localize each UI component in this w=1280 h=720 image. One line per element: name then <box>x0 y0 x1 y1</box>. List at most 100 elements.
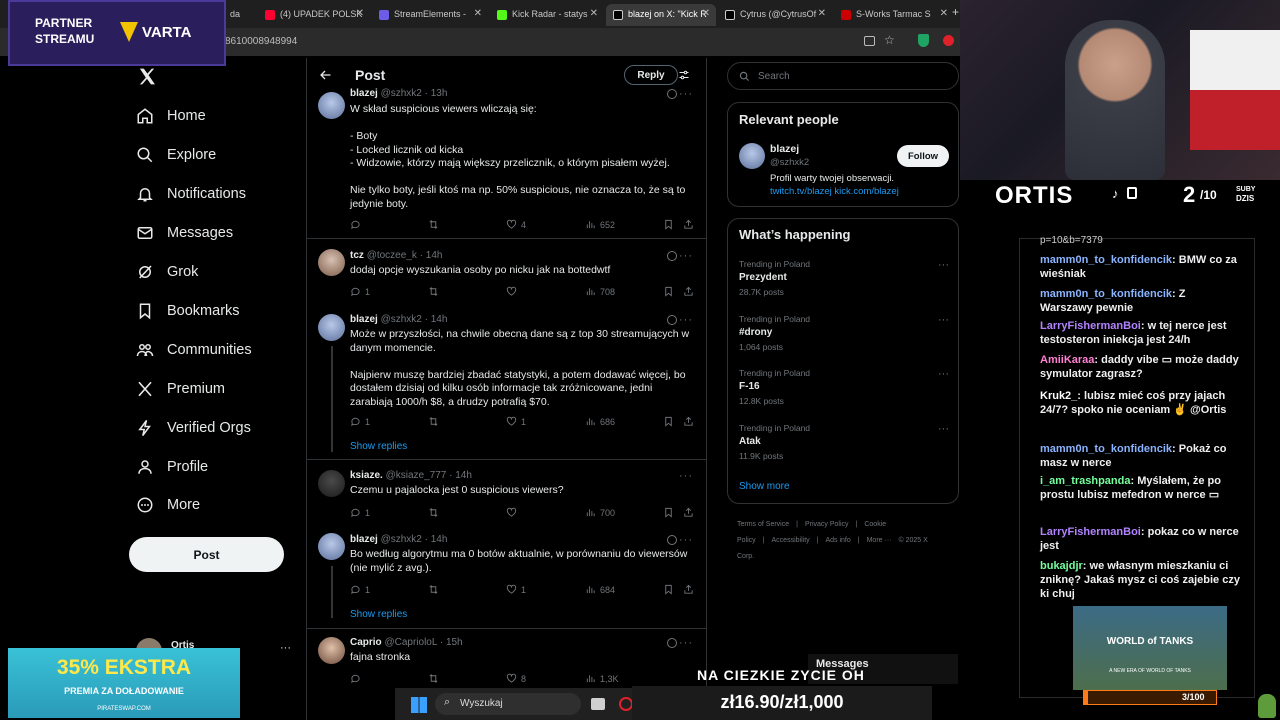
author-name[interactable]: blazej <box>350 314 378 325</box>
tweet-time[interactable]: 14h <box>431 314 448 325</box>
more-dots-icon[interactable]: ··· <box>938 259 949 271</box>
author-handle[interactable]: @szhxk2 <box>381 534 422 545</box>
author-handle[interactable]: @CaprioloL <box>384 637 437 648</box>
avatar[interactable] <box>318 637 345 664</box>
repost-action[interactable] <box>428 286 443 297</box>
repost-action[interactable] <box>428 507 443 518</box>
grok-icon[interactable] <box>667 251 677 261</box>
grok-icon[interactable] <box>667 315 677 325</box>
nav-item-bookmarks[interactable]: Bookmarks <box>136 296 240 326</box>
browser-tab[interactable]: Kick Radar - statys ✕ <box>490 4 604 26</box>
avatar[interactable] <box>318 470 345 497</box>
avatar[interactable] <box>318 314 345 341</box>
footer-link[interactable]: Terms of Service <box>737 521 789 528</box>
x-logo-icon[interactable] <box>137 67 157 86</box>
chat-username[interactable]: AmiiKaraa <box>1040 354 1094 366</box>
tweet-item[interactable]: blazej @szhxk2 · 13h ··· W skład suspici… <box>307 86 706 239</box>
star-icon[interactable]: ☆ <box>884 33 895 47</box>
tweet-time[interactable]: 14h <box>431 534 448 545</box>
browser-tab[interactable]: Cytrus (@CytrusOf ✕ <box>718 4 832 26</box>
nav-item-profile[interactable]: Profile <box>136 452 208 482</box>
bookmark-action[interactable] <box>663 507 678 518</box>
nav-item-notifications[interactable]: Notifications <box>136 179 246 209</box>
views-action[interactable]: 708 <box>585 286 615 297</box>
nav-item-grok[interactable]: Grok <box>136 257 198 287</box>
author-handle[interactable]: @ksiaze_777 <box>386 470 447 481</box>
chat-username[interactable]: Kruk2_ <box>1040 390 1077 402</box>
footer-link[interactable]: Accessibility <box>772 537 810 544</box>
author-handle[interactable]: @toczee_k <box>367 250 417 261</box>
browser-tab[interactable]: (4) UPADEK POLSK ✕ <box>258 4 370 26</box>
nav-item-home[interactable]: Home <box>136 101 206 131</box>
reply-action[interactable] <box>350 673 365 684</box>
chat-username[interactable]: mamm0n_to_konfidencik <box>1040 443 1172 455</box>
more-dots-icon[interactable]: ··· <box>679 534 693 546</box>
back-arrow-icon[interactable] <box>319 69 332 81</box>
url-text[interactable]: 8610008948994 <box>225 36 297 47</box>
views-action[interactable]: 686 <box>585 416 615 427</box>
bookmark-action[interactable] <box>663 286 678 297</box>
task-view-icon[interactable] <box>591 698 605 710</box>
repost-action[interactable] <box>428 673 443 684</box>
author-name[interactable]: tcz <box>350 250 364 261</box>
more-dots-icon[interactable]: ··· <box>938 314 949 326</box>
chat-username[interactable]: mamm0n_to_konfidencik <box>1040 288 1172 300</box>
footer-link[interactable]: Privacy Policy <box>805 521 849 528</box>
author-handle[interactable]: @szhxk2 <box>381 88 422 99</box>
like-action[interactable]: 1 <box>506 416 526 427</box>
like-action[interactable] <box>506 286 521 297</box>
avatar[interactable] <box>318 533 345 560</box>
grok-icon[interactable] <box>667 89 677 99</box>
avatar[interactable] <box>318 92 345 119</box>
browser-tab[interactable]: StreamElements - ✕ <box>372 4 488 26</box>
chat-username[interactable]: LarryFishermanBoi <box>1040 320 1141 332</box>
like-action[interactable]: 4 <box>506 219 526 230</box>
more-dots-icon[interactable]: ··· <box>679 314 693 326</box>
like-action[interactable]: 8 <box>506 673 526 684</box>
bookmark-action[interactable] <box>663 219 678 230</box>
author-handle[interactable]: @szhxk2 <box>381 314 422 325</box>
nav-item-communities[interactable]: Communities <box>136 335 252 365</box>
tweet-item[interactable]: blazej @szhxk2 · 14h ··· Może w przyszło… <box>307 304 706 460</box>
more-dots-icon[interactable]: ··· <box>679 88 693 100</box>
taskbar-search-input[interactable]: ⌕ Wyszukaj <box>435 693 581 715</box>
reply-action[interactable]: 1 <box>350 286 370 297</box>
share-action[interactable] <box>683 507 698 518</box>
show-replies-link[interactable]: Show replies <box>350 441 407 452</box>
author-name[interactable]: Caprio <box>350 637 382 648</box>
chat-username[interactable]: bukajdjr <box>1040 560 1083 572</box>
avatar[interactable] <box>318 249 345 276</box>
footer-link[interactable]: More ··· <box>867 537 892 544</box>
reply-action[interactable] <box>350 219 365 230</box>
more-dots-icon[interactable]: ··· <box>679 470 693 482</box>
app-icon[interactable] <box>619 697 633 711</box>
windows-start-icon[interactable] <box>411 697 427 713</box>
tweet-item[interactable]: tcz @toczee_k · 14h ··· dodaj opcje wysz… <box>307 239 706 304</box>
close-tab-icon[interactable]: ✕ <box>474 8 482 19</box>
browser-tab[interactable]: blazej on X: "Kick R ✕ <box>606 4 716 26</box>
show-more-link[interactable]: Show more <box>739 481 790 492</box>
bookmark-action[interactable] <box>663 416 678 427</box>
more-dots-icon[interactable]: ··· <box>679 250 693 262</box>
nav-item-messages[interactable]: Messages <box>136 218 233 248</box>
tweet-item[interactable]: ksiaze. @ksiaze_777 · 14h ··· Czemu u pa… <box>307 460 706 530</box>
bookmark-action[interactable] <box>663 584 678 595</box>
chat-username[interactable]: i_am_trashpanda <box>1040 475 1130 487</box>
views-action[interactable]: 700 <box>585 507 615 518</box>
nav-item-explore[interactable]: Explore <box>136 140 216 170</box>
share-action[interactable] <box>683 286 698 297</box>
show-replies-link[interactable]: Show replies <box>350 609 407 620</box>
grok-icon[interactable] <box>667 638 677 648</box>
author-name[interactable]: blazej <box>350 88 378 99</box>
follow-button[interactable]: Follow <box>897 145 949 167</box>
tweet-time[interactable]: 14h <box>455 470 472 481</box>
reply-button[interactable]: Reply <box>624 65 678 85</box>
close-tab-icon[interactable]: ✕ <box>590 8 598 19</box>
close-tab-icon[interactable]: ✕ <box>940 8 948 19</box>
repost-action[interactable] <box>428 584 443 595</box>
reply-action[interactable]: 1 <box>350 507 370 518</box>
repost-action[interactable] <box>428 219 443 230</box>
post-button[interactable]: Post <box>129 537 284 572</box>
install-icon[interactable] <box>864 36 875 46</box>
nav-item-more[interactable]: More <box>136 490 200 520</box>
